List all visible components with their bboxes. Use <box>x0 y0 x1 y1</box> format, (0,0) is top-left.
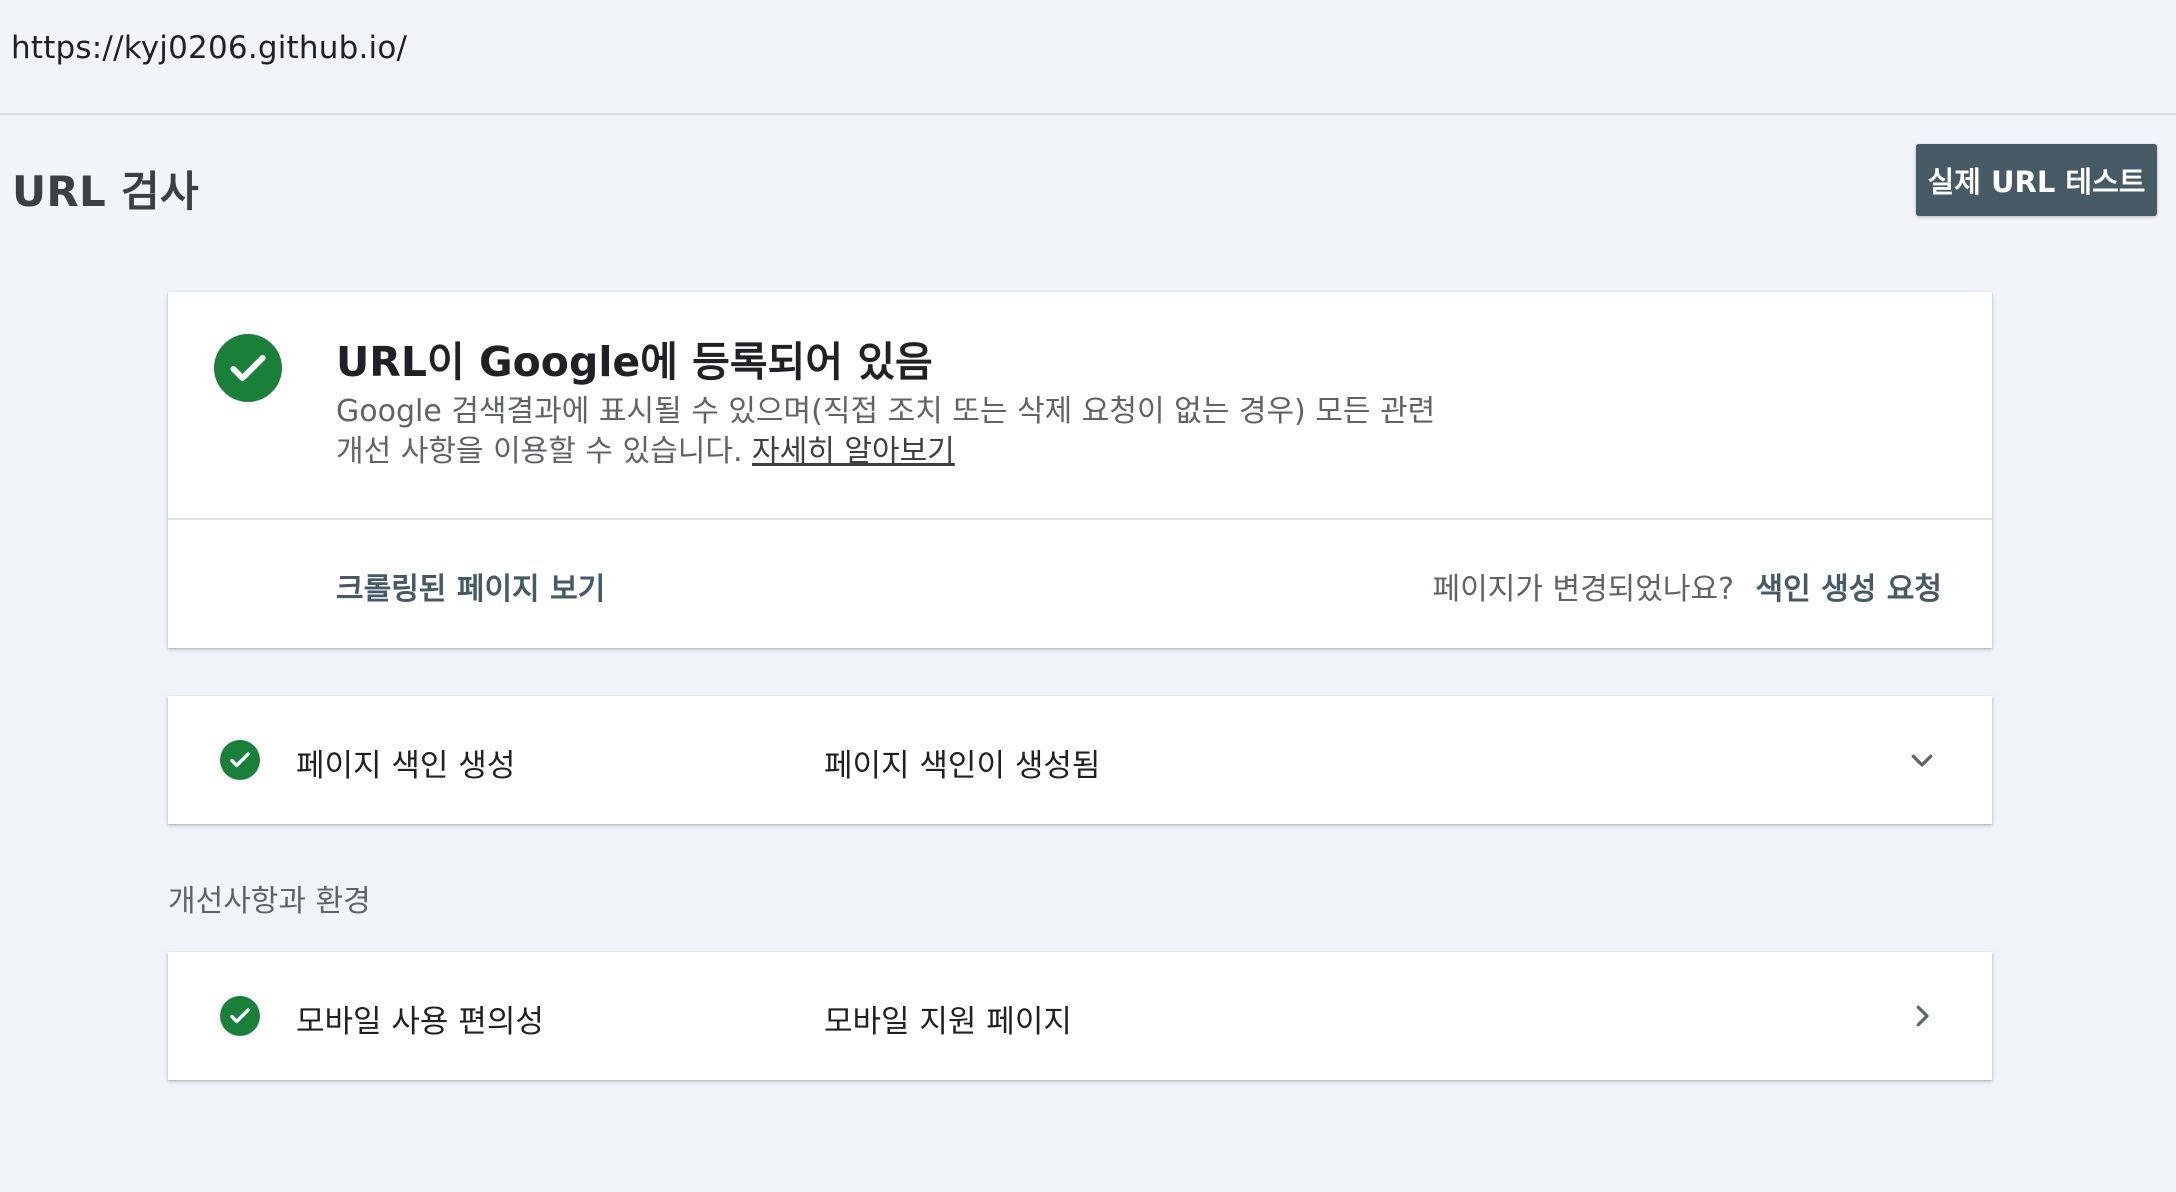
page-indexing-value: 페이지 색인이 생성됨 <box>824 748 1101 784</box>
status-description: Google 검색결과에 표시될 수 있으며(직접 조치 또는 삭제 요청이 없… <box>336 392 1436 472</box>
live-url-test-button[interactable]: 실제 URL 테스트 <box>1916 144 2157 216</box>
mobile-usability-row[interactable]: 모바일 사용 편의성 모바일 지원 페이지 <box>168 952 1992 1080</box>
chevron-right-icon[interactable] <box>1904 998 1940 1034</box>
learn-more-link[interactable]: 자세히 알아보기 <box>752 434 955 469</box>
view-crawled-page-link[interactable]: 크롤링된 페이지 보기 <box>336 564 605 608</box>
enhancements-heading: 개선사항과 환경 <box>168 884 371 919</box>
page-title: URL 검사 <box>12 167 199 216</box>
check-circle-icon <box>220 740 260 780</box>
mobile-usability-value: 모바일 지원 페이지 <box>824 1004 1072 1040</box>
chevron-down-icon[interactable] <box>1904 742 1940 778</box>
page-indexing-row[interactable]: 페이지 색인 생성 페이지 색인이 생성됨 <box>168 696 1992 824</box>
index-status-card: URL이 Google에 등록되어 있음 Google 검색결과에 표시될 수 … <box>168 292 1992 648</box>
status-headline: URL이 Google에 등록되어 있음 <box>336 338 933 386</box>
page-changed-question: 페이지가 변경되었나요? <box>1432 572 1734 607</box>
check-circle-icon <box>214 334 282 402</box>
page-indexing-label: 페이지 색인 생성 <box>296 748 516 784</box>
check-circle-icon <box>220 996 260 1036</box>
url-text: https://kyj0206.github.io/ <box>11 30 408 66</box>
request-indexing-link[interactable]: 색인 생성 요청 <box>1756 564 1943 608</box>
divider <box>168 518 1992 520</box>
address-bar: https://kyj0206.github.io/ <box>0 0 2176 115</box>
mobile-usability-label: 모바일 사용 편의성 <box>296 1004 544 1040</box>
